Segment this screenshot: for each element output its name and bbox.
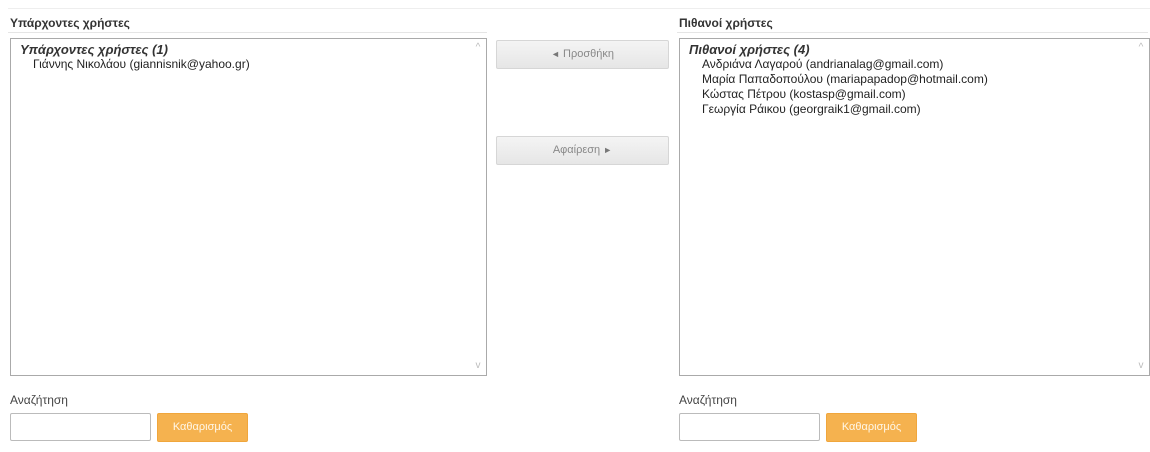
top-divider [8,8,1150,9]
scroll-up-icon[interactable]: ^ [1133,41,1149,55]
existing-users-select[interactable]: Υπάρχοντες χρήστες (1) Γιάννης Νικολάου … [10,38,487,376]
add-button[interactable]: ◄ Προσθήκη [496,40,669,69]
scroll-up-icon[interactable]: ^ [470,41,486,55]
potential-users-search-input[interactable] [679,413,820,441]
potential-users-scrollbar[interactable]: ^ v [1133,39,1149,375]
list-item[interactable]: Γιάννης Νικολάου (giannisnik@yahoo.gr) [20,57,486,72]
scroll-down-icon[interactable]: v [1133,359,1149,373]
add-button-label: Προσθήκη [563,48,614,60]
scroll-down-icon[interactable]: v [470,359,486,373]
existing-users-scrollbar[interactable]: ^ v [470,39,486,375]
potential-users-clear-button[interactable]: Καθαρισμός [826,413,917,442]
existing-users-content: Υπάρχοντες χρήστες (1) Γιάννης Νικολάου … [11,39,486,72]
remove-button[interactable]: Αφαίρεση ► [496,136,669,165]
existing-users-divider [8,32,487,33]
potential-users-content: Πιθανοί χρήστες (4) Ανδριάνα Λαγαρού (an… [680,39,1149,117]
remove-button-label: Αφαίρεση [552,144,601,156]
existing-users-group-label: Υπάρχοντες χρήστες (1) [20,42,168,57]
list-item[interactable]: Γεωργία Ράικου (georgraik1@gmail.com) [689,102,1149,117]
list-item[interactable]: Ανδριάνα Λαγαρού (andrianalag@gmail.com) [689,57,1149,72]
potential-users-select[interactable]: Πιθανοί χρήστες (4) Ανδριάνα Λαγαρού (an… [679,38,1150,376]
potential-users-heading: Πιθανοί χρήστες [679,16,773,30]
existing-users-clear-button[interactable]: Καθαρισμός [157,413,248,442]
arrow-left-icon: ◄ [551,49,560,59]
potential-users-divider [677,32,1148,33]
existing-users-search-label: Αναζήτηση [10,393,68,407]
existing-users-search-input[interactable] [10,413,151,441]
list-item[interactable]: Μαρία Παπαδοπούλου (mariapapadop@hotmail… [689,72,1149,87]
existing-users-heading: Υπάρχοντες χρήστες [10,16,130,30]
potential-users-group-label: Πιθανοί χρήστες (4) [689,42,810,57]
arrow-right-icon: ► [603,145,613,155]
potential-users-search-label: Αναζήτηση [679,393,737,407]
list-item[interactable]: Κώστας Πέτρου (kostasp@gmail.com) [689,87,1149,102]
